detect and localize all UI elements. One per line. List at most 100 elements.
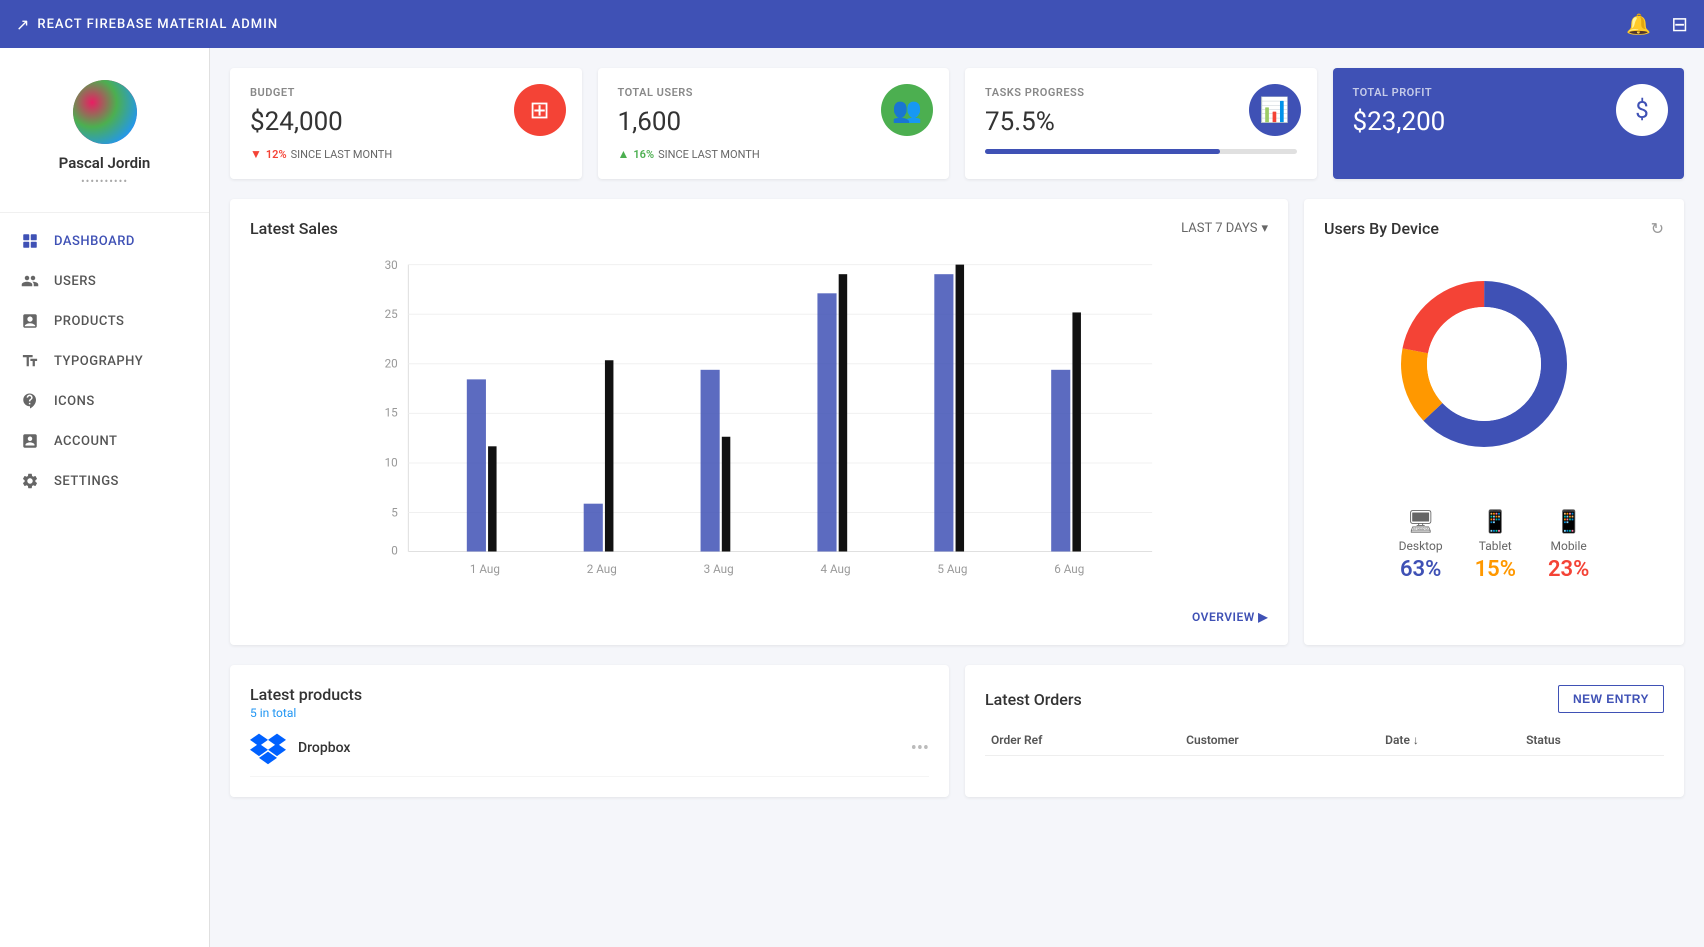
sales-chart-card: Latest Sales LAST 7 DAYS ▾ bbox=[230, 199, 1288, 645]
users-stat-icon: 👥 bbox=[892, 96, 922, 124]
svg-text:15: 15 bbox=[385, 406, 399, 420]
svg-text:3 Aug: 3 Aug bbox=[704, 562, 734, 576]
account-icon bbox=[20, 431, 40, 451]
user-section: Pascal Jordin •••••••••• bbox=[0, 64, 209, 213]
tasks-bar-fill bbox=[985, 149, 1220, 154]
sales-chart-title: Latest Sales bbox=[250, 219, 338, 238]
sidebar-item-account[interactable]: ACCOUNT bbox=[0, 421, 209, 461]
dropbox-logo bbox=[250, 730, 286, 766]
users-icon bbox=[20, 271, 40, 291]
products-title: Latest products bbox=[250, 685, 929, 704]
svg-text:2 Aug: 2 Aug bbox=[587, 562, 617, 576]
orders-table-head: Order Ref Customer Date ↓ Status bbox=[985, 725, 1664, 756]
products-header: Latest products 5 in total bbox=[250, 685, 929, 720]
users-icon-circle: 👥 bbox=[881, 84, 933, 136]
tasks-progress-bar bbox=[985, 149, 1297, 154]
bell-icon[interactable]: 🔔 bbox=[1626, 12, 1651, 36]
app-title: REACT FIREBASE MATERIAL ADMIN bbox=[37, 17, 278, 32]
sort-icon: ↓ bbox=[1413, 733, 1419, 747]
product-item-dropbox: Dropbox ••• bbox=[250, 720, 929, 777]
budget-sub: ▼ 12% SINCE LAST MONTH bbox=[250, 147, 562, 161]
devices-header: Users By Device ↻ bbox=[1324, 219, 1664, 238]
sales-chart-header: Latest Sales LAST 7 DAYS ▾ bbox=[250, 219, 1268, 238]
donut-chart-area: 🖥 Desktop 63% 📱 Tablet 15% 📱 Mobile bbox=[1324, 254, 1664, 582]
svg-text:6 Aug: 6 Aug bbox=[1054, 562, 1084, 576]
sidebar: Pascal Jordin •••••••••• DASHBOARD USERS bbox=[0, 48, 210, 947]
sidebar-item-settings[interactable]: SETTINGS bbox=[0, 461, 209, 501]
svg-text:5: 5 bbox=[391, 505, 398, 519]
svg-text:30: 30 bbox=[385, 258, 398, 272]
typography-label: TYPOGRAPHY bbox=[54, 354, 143, 369]
desktop-label: Desktop bbox=[1399, 539, 1443, 553]
svg-text:1 Aug: 1 Aug bbox=[470, 562, 500, 576]
user-name: Pascal Jordin bbox=[59, 154, 151, 172]
svg-text:20: 20 bbox=[385, 357, 398, 371]
orders-header-row: Order Ref Customer Date ↓ Status bbox=[985, 725, 1664, 756]
tasks-icon-circle: 📊 bbox=[1249, 84, 1301, 136]
logout-icon[interactable]: ⊟ bbox=[1671, 12, 1688, 36]
mobile-icon: 📱 bbox=[1555, 510, 1582, 535]
dropbox-logo-svg bbox=[250, 730, 286, 766]
overview-link[interactable]: OVERVIEW ▶ bbox=[250, 606, 1268, 625]
donut-svg bbox=[1384, 264, 1584, 464]
overview-anchor[interactable]: OVERVIEW ▶ bbox=[1192, 610, 1268, 624]
device-legend: 🖥 Desktop 63% 📱 Tablet 15% 📱 Mobile bbox=[1399, 510, 1590, 582]
orders-header: Latest Orders NEW ENTRY bbox=[985, 685, 1664, 713]
tasks-icon: 📊 bbox=[1260, 96, 1290, 124]
orders-table: Order Ref Customer Date ↓ Status bbox=[985, 725, 1664, 756]
total-users-card: 👥 TOTAL USERS 1,600 ▲ 16% SINCE LAST MON… bbox=[598, 68, 950, 179]
main-content: ⊞ BUDGET $24,000 ▼ 12% SINCE LAST MONTH … bbox=[210, 48, 1704, 947]
tasks-card: 📊 TASKS PROGRESS 75.5% bbox=[965, 68, 1317, 179]
account-label: ACCOUNT bbox=[54, 434, 117, 449]
budget-icon: ⊞ bbox=[529, 96, 549, 124]
profit-label: TOTAL PROFIT bbox=[1353, 86, 1665, 99]
profit-icon: $ bbox=[1635, 96, 1649, 124]
orders-section: Latest Orders NEW ENTRY Order Ref Custom… bbox=[965, 665, 1684, 797]
sidebar-item-icons[interactable]: ICONS bbox=[0, 381, 209, 421]
tablet-label: Tablet bbox=[1479, 539, 1512, 553]
lower-row: Latest products 5 in total Dropbox bbox=[230, 665, 1684, 797]
tablet-pct: 15% bbox=[1475, 557, 1516, 582]
bar-chart-area: 30 25 20 15 10 5 0 bbox=[250, 254, 1268, 594]
dashboard-icon bbox=[20, 231, 40, 251]
products-section: Latest products 5 in total Dropbox bbox=[230, 665, 949, 797]
sidebar-item-typography[interactable]: TYPOGRAPHY bbox=[0, 341, 209, 381]
svg-text:25: 25 bbox=[385, 307, 399, 321]
products-icon bbox=[20, 311, 40, 331]
new-entry-button[interactable]: NEW ENTRY bbox=[1558, 685, 1664, 713]
budget-trend-icon: ▼ bbox=[250, 147, 262, 161]
products-label: PRODUCTS bbox=[54, 314, 124, 329]
period-label: LAST 7 DAYS bbox=[1181, 221, 1257, 236]
col-date: Date ↓ bbox=[1379, 725, 1520, 756]
icons-label: ICONS bbox=[54, 394, 95, 409]
profit-icon-circle: $ bbox=[1616, 84, 1668, 136]
dashboard-label: DASHBOARD bbox=[54, 234, 135, 249]
middle-row: Latest Sales LAST 7 DAYS ▾ bbox=[230, 199, 1684, 645]
users-sub-text: SINCE LAST MONTH bbox=[658, 148, 760, 161]
users-trend-icon: ▲ bbox=[618, 147, 630, 161]
sidebar-item-products[interactable]: PRODUCTS bbox=[0, 301, 209, 341]
products-sub: 5 in total bbox=[250, 706, 929, 720]
users-label: USERS bbox=[54, 274, 96, 289]
sidebar-item-users[interactable]: USERS bbox=[0, 261, 209, 301]
refresh-icon[interactable]: ↻ bbox=[1651, 219, 1664, 238]
devices-card: Users By Device ↻ bbox=[1304, 199, 1684, 645]
main-nav: DASHBOARD USERS PRODUCTS TYPOGRAPHY bbox=[0, 221, 209, 501]
mobile-legend: 📱 Mobile 23% bbox=[1548, 510, 1589, 582]
budget-sub-text: SINCE LAST MONTH bbox=[291, 148, 393, 161]
trend-icon: ↗ bbox=[16, 15, 29, 34]
topnav: ↗ REACT FIREBASE MATERIAL ADMIN 🔔 ⊟ bbox=[0, 0, 1704, 48]
bar-chart-svg: 30 25 20 15 10 5 0 bbox=[250, 254, 1268, 594]
budget-pct: 12% bbox=[266, 148, 287, 161]
users-sub: ▲ 16% SINCE LAST MONTH bbox=[618, 147, 930, 161]
tasks-bar-bg bbox=[985, 149, 1297, 154]
product-more-icon[interactable]: ••• bbox=[911, 738, 929, 759]
col-status: Status bbox=[1520, 725, 1664, 756]
sidebar-item-dashboard[interactable]: DASHBOARD bbox=[0, 221, 209, 261]
user-role: •••••••••• bbox=[81, 175, 128, 188]
chart-period-selector[interactable]: LAST 7 DAYS ▾ bbox=[1181, 221, 1268, 236]
mobile-pct: 23% bbox=[1548, 557, 1589, 582]
budget-label: BUDGET bbox=[250, 86, 562, 99]
svg-text:4 Aug: 4 Aug bbox=[821, 562, 851, 576]
users-label-stat: TOTAL USERS bbox=[618, 86, 930, 99]
